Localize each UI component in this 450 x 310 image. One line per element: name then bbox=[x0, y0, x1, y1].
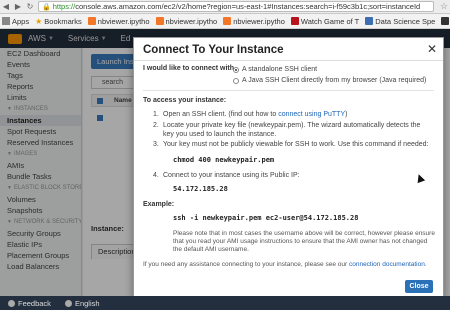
bookmark-nbviewer-3[interactable]: nbviewer.ipytho bbox=[223, 17, 285, 26]
globe-icon bbox=[64, 299, 72, 307]
console-footer: Feedback English bbox=[0, 296, 450, 310]
access-heading: To access your instance: bbox=[143, 97, 227, 104]
feedback-icon bbox=[8, 299, 15, 307]
bookmarks-bar: Apps ★ Bookmarks nbviewer.ipytho nbviewer… bbox=[0, 14, 450, 29]
public-ip: 54.172.185.28 bbox=[173, 185, 228, 193]
divider bbox=[134, 60, 443, 61]
connection-documentation-link[interactable]: connection documentation bbox=[349, 261, 425, 268]
option-java-client[interactable]: A Java SSH Client directly from my brows… bbox=[233, 77, 426, 84]
jupyter-icon bbox=[223, 17, 232, 25]
step-3: 3. Your key must not be publicly viewabl… bbox=[153, 141, 429, 148]
course-icon bbox=[365, 17, 374, 25]
dialog-title: Connect To Your Instance bbox=[143, 44, 284, 56]
username-note: Please note that in most cases the usern… bbox=[173, 230, 435, 253]
url-scheme: https:// bbox=[52, 2, 76, 11]
step-2: 2. Locate your private key file (newkeyp… bbox=[153, 122, 421, 138]
example-heading: Example: bbox=[143, 201, 175, 208]
back-icon[interactable]: ◀ bbox=[0, 1, 12, 13]
bookmark-apps[interactable]: Apps bbox=[2, 17, 29, 26]
bookmark-nbviewer-1[interactable]: nbviewer.ipytho bbox=[87, 17, 150, 26]
putty-link[interactable]: connect using PuTTY bbox=[278, 111, 345, 118]
step-1: 1. Open an SSH client. (find out how to … bbox=[153, 111, 348, 118]
radio-selected[interactable] bbox=[233, 66, 239, 73]
video-icon bbox=[290, 17, 299, 25]
browser-toolbar: ◀ ▶ ↻ 🔒 https:// console.aws.amazon.com/… bbox=[0, 0, 450, 14]
close-icon[interactable]: ✕ bbox=[427, 42, 437, 56]
lock-icon: 🔒 bbox=[42, 3, 51, 11]
bookmark-imacro[interactable]: iMacro bbox=[441, 17, 450, 26]
help-text: If you need any assistance connecting to… bbox=[143, 261, 427, 268]
connect-dialog: Connect To Your Instance ✕ I would like … bbox=[133, 37, 444, 298]
reload-icon[interactable]: ↻ bbox=[24, 1, 36, 13]
step-4: 4. Connect to your instance using its Pu… bbox=[153, 172, 300, 179]
jupyter-icon bbox=[155, 17, 164, 25]
divider bbox=[143, 90, 434, 91]
bookmark-ds[interactable]: Data Science Spe bbox=[365, 17, 435, 26]
bookmark-got[interactable]: Watch Game of T bbox=[290, 17, 359, 26]
bookmark-star-icon[interactable]: ☆ bbox=[438, 1, 450, 12]
connect-with-label: I would like to connect with bbox=[143, 65, 235, 72]
address-bar[interactable]: 🔒 https:// console.aws.amazon.com/ec2/v2… bbox=[38, 1, 434, 12]
chmod-command: chmod 400 newkeypair.pem bbox=[173, 156, 275, 164]
radio-unselected[interactable] bbox=[233, 77, 239, 84]
bookmark-folder[interactable]: ★ Bookmarks bbox=[35, 17, 82, 27]
star-icon: ★ bbox=[35, 17, 43, 26]
apps-icon bbox=[2, 17, 10, 25]
feedback-link[interactable]: Feedback bbox=[18, 299, 51, 308]
forward-icon[interactable]: ▶ bbox=[12, 1, 24, 13]
url-text: console.aws.amazon.com/ec2/v2/home?regio… bbox=[75, 2, 421, 11]
close-button[interactable]: Close bbox=[405, 280, 433, 293]
bookmark-nbviewer-2[interactable]: nbviewer.ipytho bbox=[155, 17, 217, 26]
imacros-icon bbox=[441, 17, 450, 25]
jupyter-icon bbox=[87, 17, 96, 25]
language-selector[interactable]: English bbox=[75, 299, 100, 308]
option-ssh-client[interactable]: A standalone SSH client bbox=[233, 66, 317, 73]
ssh-command: ssh -i newkeypair.pem ec2-user@54.172.18… bbox=[173, 214, 359, 222]
